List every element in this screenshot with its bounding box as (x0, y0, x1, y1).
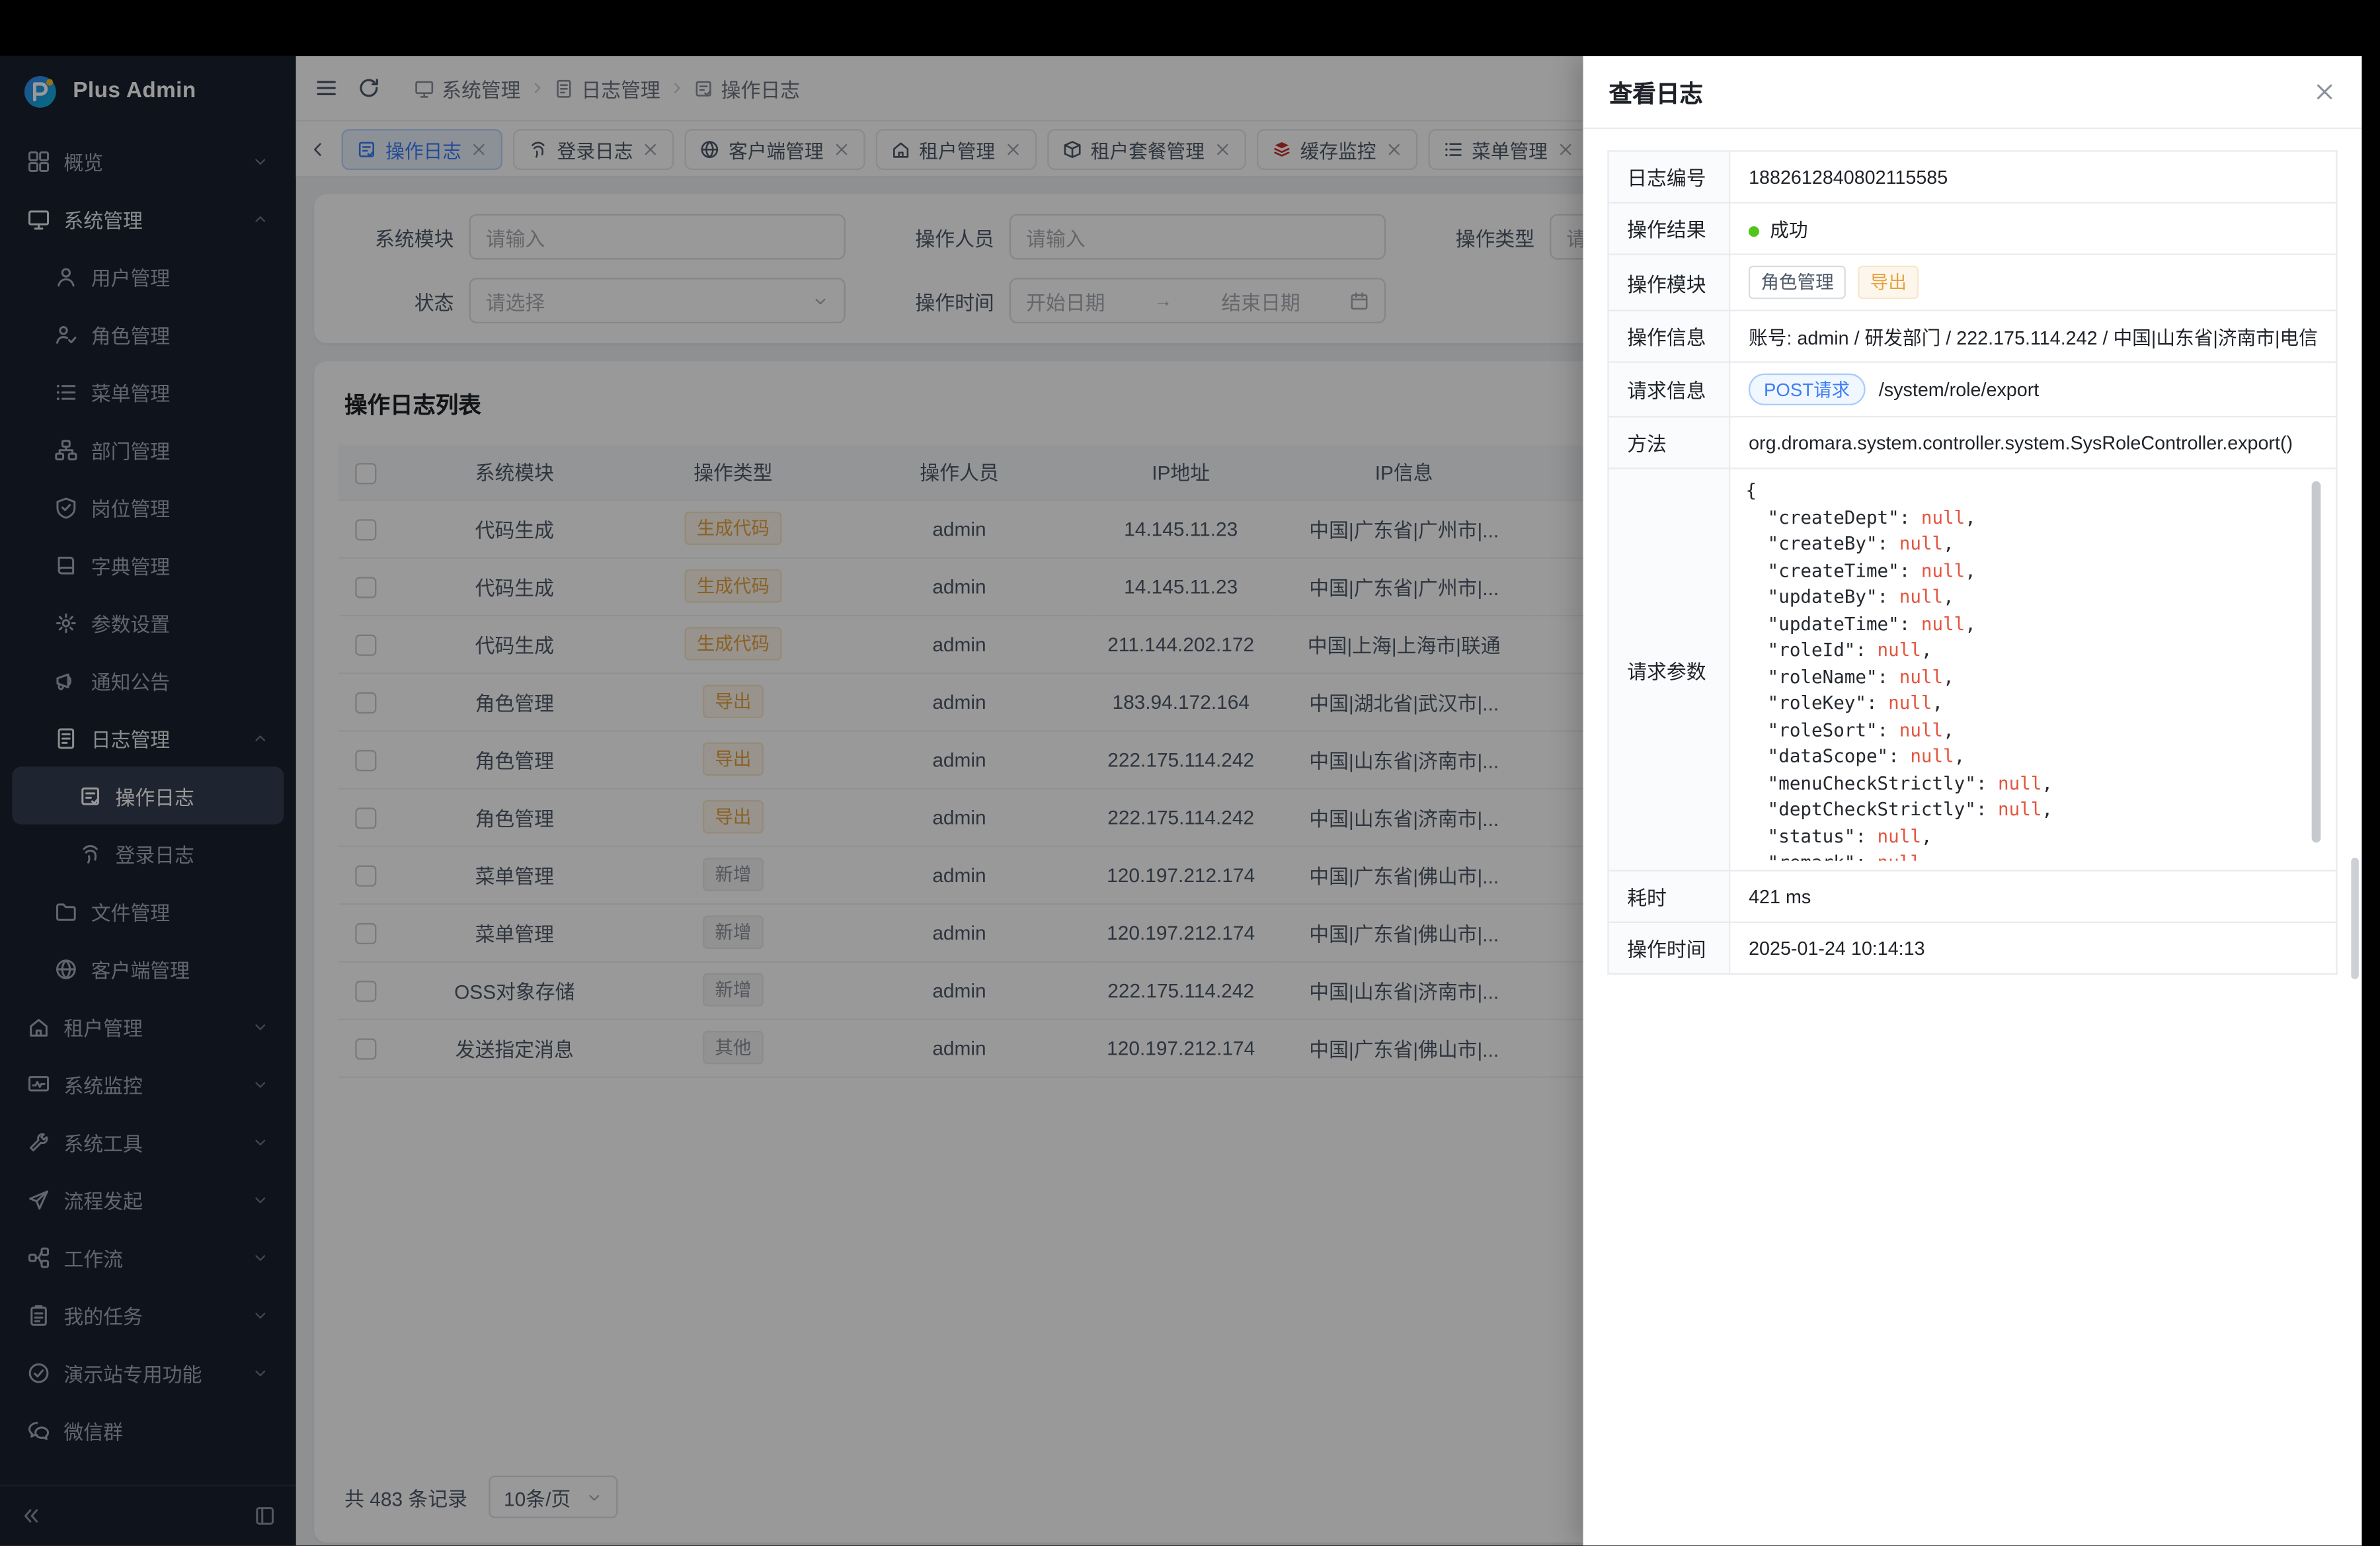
view-log-drawer: 查看日志 日志编号1882612840802115585操作结果 成功操作模块角色… (1583, 56, 2362, 1545)
success-dot (1749, 226, 1759, 237)
post-method-tag: POST请求 (1749, 374, 1865, 405)
json-line: "roleSort": null, (1746, 717, 2321, 744)
json-line: "dataScope": null, (1746, 744, 2321, 770)
info-label: 操作信息 (1608, 311, 1730, 362)
desc-row-info: 操作信息账号: admin / 研发部门 / 222.175.114.242 /… (1608, 311, 2337, 362)
method-value: org.dromara.system.controller.system.Sys… (1729, 417, 2336, 468)
json-line: "createDept": null, (1746, 505, 2321, 531)
drawer-title: 查看日志 (1609, 75, 1703, 109)
module-label: 操作模块 (1608, 255, 1730, 311)
method-label: 方法 (1608, 417, 1730, 468)
request-params-json[interactable]: { "createDept": null, "createBy": null, … (1746, 478, 2321, 861)
desc-row-method: 方法org.dromara.system.controller.system.S… (1608, 417, 2337, 468)
screen: Plus Admin 概览系统管理用户管理角色管理菜单管理部门管理岗位管理字典管… (0, 0, 2380, 1545)
duration-label: 耗时 (1608, 871, 1730, 922)
params-value: { "createDept": null, "createBy": null, … (1729, 468, 2336, 870)
json-line: "status": null, (1746, 824, 2321, 850)
request-value: POST请求/system/role/export (1729, 362, 2336, 417)
json-line: "roleId": null, (1746, 637, 2321, 664)
json-line: "createTime": null, (1746, 558, 2321, 585)
request-path: /system/role/export (1879, 380, 2039, 401)
json-line: { (1746, 478, 2321, 505)
json-scrollbar[interactable] (2312, 481, 2321, 842)
duration-value: 421 ms (1729, 871, 2336, 922)
module-tag: 角色管理 (1749, 266, 1846, 300)
time-value: 2025-01-24 10:14:13 (1729, 922, 2336, 974)
request-label: 请求信息 (1608, 362, 1730, 417)
desc-row-time: 操作时间2025-01-24 10:14:13 (1608, 922, 2337, 974)
status-text: 成功 (1770, 220, 1807, 241)
json-line: "updateBy": null, (1746, 585, 2321, 611)
json-line: "deptCheckStrictly": null, (1746, 797, 2321, 823)
desc-row-result: 操作结果 成功 (1608, 203, 2337, 255)
info-value: 账号: admin / 研发部门 / 222.175.114.242 / 中国|… (1729, 311, 2336, 362)
desc-row-duration: 耗时421 ms (1608, 871, 2337, 922)
json-line: "updateTime": null, (1746, 611, 2321, 637)
close-drawer-icon[interactable] (2313, 81, 2336, 103)
drawer-header: 查看日志 (1583, 56, 2362, 129)
json-line: "remark": null, (1746, 850, 2321, 861)
module-tag: 导出 (1858, 266, 1919, 300)
module-value: 角色管理导出 (1729, 255, 2336, 311)
desc-row-log-id: 日志编号1882612840802115585 (1608, 151, 2337, 202)
drawer-scrollbar[interactable] (2351, 858, 2358, 979)
json-line: "createBy": null, (1746, 532, 2321, 558)
drawer-body: 日志编号1882612840802115585操作结果成功操作模块角色管理导出操… (1583, 129, 2362, 1545)
log-id-label: 日志编号 (1608, 151, 1730, 202)
log-detail-table: 日志编号1882612840802115585操作结果成功操作模块角色管理导出操… (1607, 150, 2337, 975)
desc-row-module: 操作模块角色管理导出 (1608, 255, 2337, 311)
json-line: "roleName": null, (1746, 664, 2321, 690)
desc-row-params: 请求参数{ "createDept": null, "createBy": nu… (1608, 468, 2337, 870)
json-line: "roleKey": null, (1746, 691, 2321, 717)
time-label: 操作时间 (1608, 922, 1730, 974)
log-id-value: 1882612840802115585 (1729, 151, 2336, 202)
result-label: 操作结果 (1608, 203, 1730, 255)
desc-row-request: 请求信息POST请求/system/role/export (1608, 362, 2337, 417)
params-label: 请求参数 (1608, 468, 1730, 870)
result-value: 成功 (1729, 203, 2336, 255)
json-line: "menuCheckStrictly": null, (1746, 770, 2321, 797)
